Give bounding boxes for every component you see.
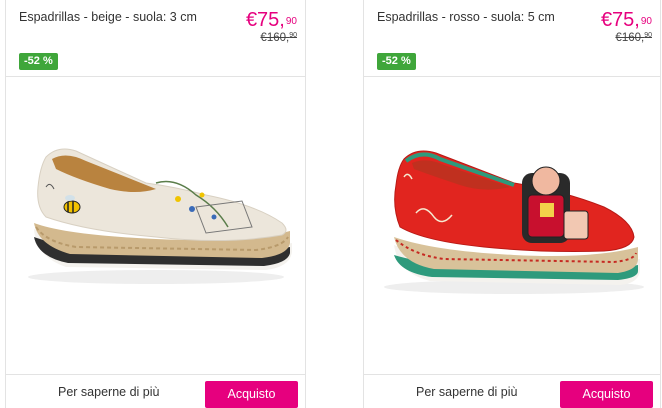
product-card: Espadrillas - beige - suola: 3 cm €75,90… [5, 0, 306, 408]
current-price-cents: 90 [285, 16, 297, 27]
product-actions: Per saperne di più Acquisto [6, 375, 305, 408]
product-title[interactable]: Espadrillas - rosso - suola: 5 cm [377, 9, 577, 26]
current-price: €75,90 [601, 9, 652, 31]
discount-badge: -52 % [19, 53, 58, 70]
product-image[interactable] [6, 76, 305, 375]
original-price-cents: 90 [644, 32, 652, 39]
original-price-main: €160, [260, 32, 290, 44]
more-info-link[interactable]: Per saperne di più [416, 385, 517, 399]
product-header: Espadrillas - beige - suola: 3 cm €75,90… [6, 0, 305, 76]
product-title[interactable]: Espadrillas - beige - suola: 3 cm [19, 9, 219, 26]
buy-button[interactable]: Acquisto [205, 381, 298, 408]
original-price: €160,90 [260, 32, 297, 44]
buy-button[interactable]: Acquisto [560, 381, 653, 408]
original-price-cents: 90 [289, 32, 297, 39]
product-header: Espadrillas - rosso - suola: 5 cm €75,90… [364, 0, 660, 76]
product-image[interactable] [364, 76, 660, 375]
current-price-cents: 90 [640, 16, 652, 27]
beige-espadrille-image [28, 148, 292, 284]
current-price-main: €75, [600, 9, 640, 31]
discount-badge: -52 % [377, 53, 416, 70]
product-actions: Per saperne di più Acquisto [364, 375, 660, 408]
product-card: Espadrillas - rosso - suola: 5 cm €75,90… [363, 0, 661, 408]
red-espadrille-image [384, 150, 644, 294]
original-price-main: €160, [615, 32, 645, 44]
more-info-link[interactable]: Per saperne di più [58, 385, 159, 399]
current-price-main: €75, [245, 9, 285, 31]
original-price: €160,90 [615, 32, 652, 44]
current-price: €75,90 [246, 9, 297, 31]
